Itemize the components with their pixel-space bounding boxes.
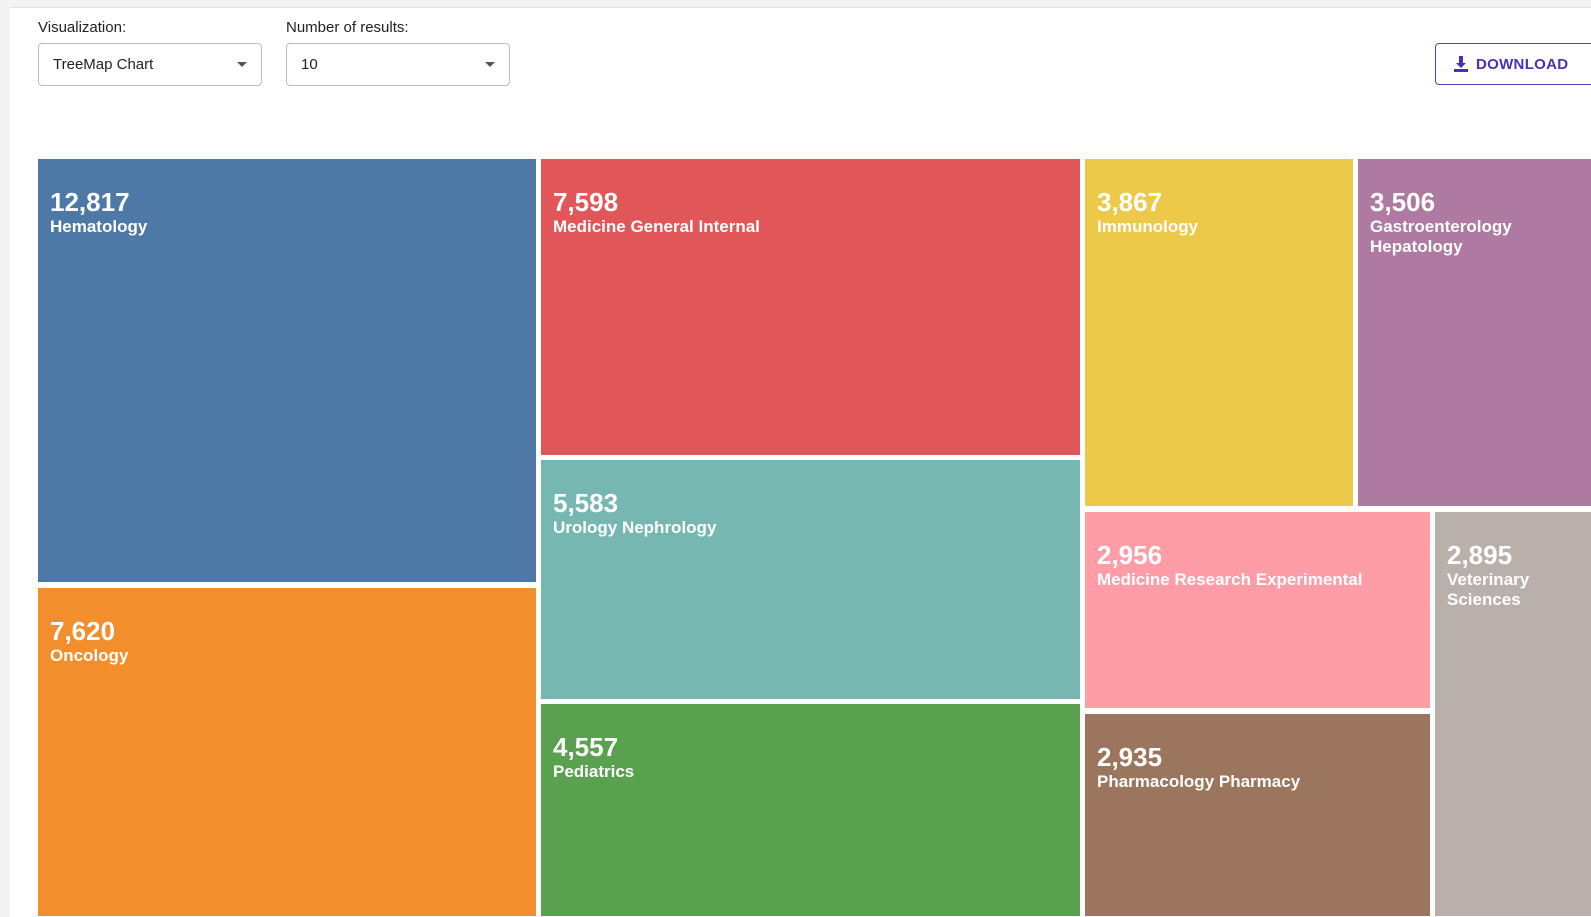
tile-value: 12,817 (50, 187, 130, 217)
tile-value: 2,935 (1097, 742, 1163, 772)
tile-label: Oncology (50, 646, 129, 665)
tile-value: 7,598 (553, 187, 619, 217)
tile-label: Urology Nephrology (553, 518, 717, 537)
results-label: Number of results: (286, 19, 409, 36)
tile-label: Gastroenterology Hepatology (1370, 217, 1512, 256)
tile-value: 3,506 (1370, 187, 1436, 217)
tile-value: 2,956 (1097, 540, 1163, 570)
tile-label: Veterinary Sciences (1447, 570, 1530, 609)
treemap-tile-medicine-research-experimental[interactable]: 2,956 Medicine Research Experimental (1085, 512, 1430, 708)
chevron-down-icon (237, 62, 247, 67)
tile-label: Medicine Research Experimental (1097, 570, 1363, 589)
visualization-select[interactable]: TreeMap Chart (38, 43, 262, 86)
chevron-down-icon (485, 62, 495, 67)
tile-value: 7,620 (50, 616, 116, 646)
tile-label: Medicine General Internal (553, 217, 760, 236)
treemap-tile-urology-nephrology[interactable]: 5,583 Urology Nephrology (541, 460, 1080, 699)
treemap-tile-pharmacology-pharmacy[interactable]: 2,935 Pharmacology Pharmacy (1085, 714, 1430, 916)
treemap-tile-hematology[interactable]: 12,817 Hematology (38, 159, 536, 582)
download-button[interactable]: DOWNLOAD (1435, 43, 1591, 85)
download-label: DOWNLOAD (1476, 55, 1569, 73)
tile-label: Pharmacology Pharmacy (1097, 772, 1301, 791)
tile-value: 5,583 (553, 488, 619, 518)
visualization-label: Visualization: (38, 19, 127, 36)
treemap-tile-gastroenterology-hepatology[interactable]: 3,506 Gastroenterology Hepatology (1358, 159, 1591, 506)
treemap-tile-medicine-general-internal[interactable]: 7,598 Medicine General Internal (541, 159, 1080, 455)
treemap-tile-oncology[interactable]: 7,620 Oncology (38, 588, 536, 916)
tile-value: 3,867 (1097, 187, 1163, 217)
visualization-value: TreeMap Chart (53, 56, 154, 73)
treemap-tile-immunology[interactable]: 3,867 Immunology (1085, 159, 1353, 506)
results-select[interactable]: 10 (286, 43, 510, 86)
tile-label: Immunology (1097, 217, 1199, 236)
download-icon (1454, 56, 1468, 72)
results-value: 10 (301, 56, 318, 73)
tile-label: Hematology (50, 217, 148, 236)
tile-value: 4,557 (553, 732, 619, 762)
tile-value: 2,895 (1447, 540, 1513, 570)
treemap-tile-pediatrics[interactable]: 4,557 Pediatrics (541, 704, 1080, 916)
treemap-chart: 12,817 Hematology 7,620 Oncology 7,598 Medici… (38, 159, 1591, 916)
treemap-tile-veterinary-sciences[interactable]: 2,895 Veterinary Sciences (1435, 512, 1591, 916)
tile-label: Pediatrics (553, 762, 635, 781)
